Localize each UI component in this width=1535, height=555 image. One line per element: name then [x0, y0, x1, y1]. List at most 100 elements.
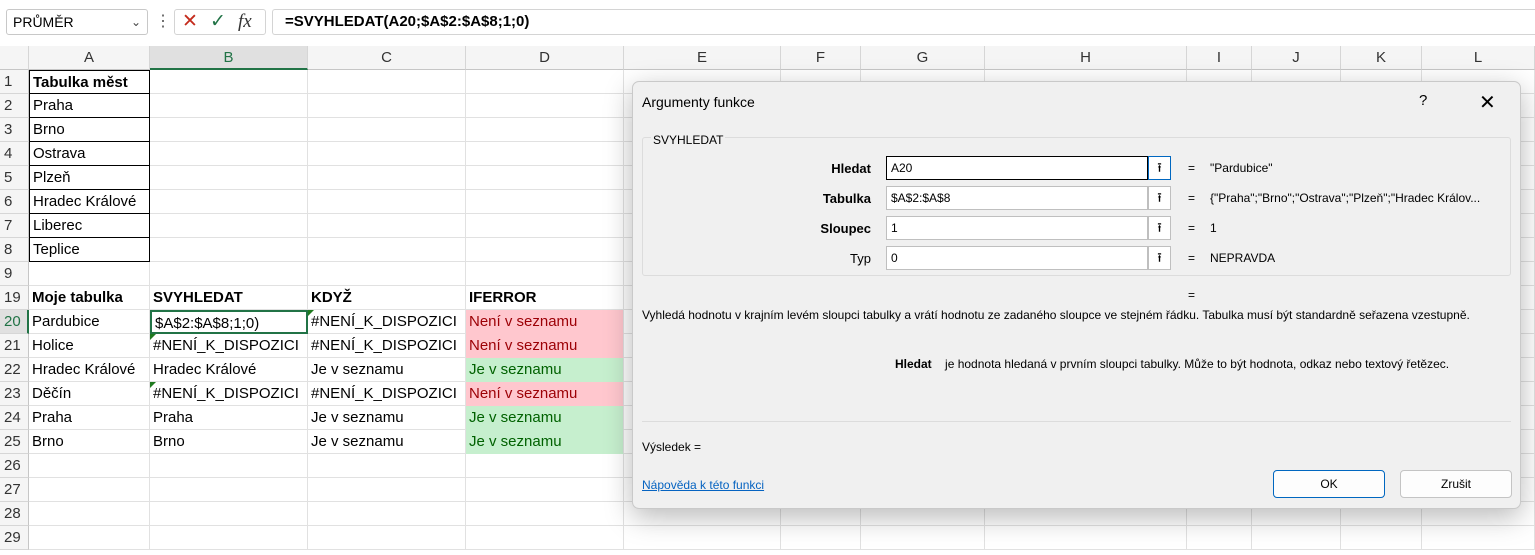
cell-d9[interactable]	[466, 262, 624, 286]
cell-c3[interactable]	[308, 118, 466, 142]
column-header-e[interactable]: E	[624, 46, 781, 70]
cell-d20[interactable]: Není v seznamu	[466, 310, 624, 334]
cell-l29[interactable]	[1422, 526, 1535, 550]
row-header-20[interactable]: 20	[0, 310, 29, 334]
cell-a24[interactable]: Praha	[29, 406, 150, 430]
cell-b25[interactable]: Brno	[150, 430, 308, 454]
column-header-d[interactable]: D	[466, 46, 624, 70]
cell-d23[interactable]: Není v seznamu	[466, 382, 624, 406]
cell-a22[interactable]: Hradec Králové	[29, 358, 150, 382]
cell-a27[interactable]	[29, 478, 150, 502]
cell-a28[interactable]	[29, 502, 150, 526]
close-icon[interactable]: ✕	[1479, 90, 1496, 115]
column-header-j[interactable]: J	[1252, 46, 1341, 70]
cell-b21[interactable]: #NENÍ_K_DISPOZICI	[150, 334, 308, 358]
chevron-down-icon[interactable]: ⌄	[131, 10, 141, 34]
cell-b29[interactable]	[150, 526, 308, 550]
arg-input-sloupec[interactable]: 1	[886, 216, 1148, 240]
cell-b5[interactable]	[150, 166, 308, 190]
cell-b7[interactable]	[150, 214, 308, 238]
cell-b20[interactable]: $A$2:$A$8;1;0)	[150, 310, 308, 334]
cell-d8[interactable]	[466, 238, 624, 262]
formula-input[interactable]: =SVYHLEDAT(A20;$A$2:$A$8;1;0)	[272, 9, 1535, 35]
column-header-k[interactable]: K	[1341, 46, 1422, 70]
cell-c26[interactable]	[308, 454, 466, 478]
row-header-28[interactable]: 28	[0, 502, 29, 526]
cell-b26[interactable]	[150, 454, 308, 478]
cell-d3[interactable]	[466, 118, 624, 142]
cell-a20[interactable]: Pardubice	[29, 310, 150, 334]
cell-d19[interactable]: IFERROR	[466, 286, 624, 310]
cell-d2[interactable]	[466, 94, 624, 118]
cell-d22[interactable]: Je v seznamu	[466, 358, 624, 382]
column-header-g[interactable]: G	[861, 46, 985, 70]
cell-d4[interactable]	[466, 142, 624, 166]
cell-b6[interactable]	[150, 190, 308, 214]
row-header-22[interactable]: 22	[0, 358, 29, 382]
cell-c19[interactable]: KDYŽ	[308, 286, 466, 310]
cell-c8[interactable]	[308, 238, 466, 262]
cell-c6[interactable]	[308, 190, 466, 214]
cell-c29[interactable]	[308, 526, 466, 550]
collapse-dialog-icon[interactable]: ⭱	[1148, 156, 1171, 180]
cell-b2[interactable]	[150, 94, 308, 118]
column-header-h[interactable]: H	[985, 46, 1187, 70]
cancel-button[interactable]: Zrušit	[1400, 470, 1512, 498]
ok-button[interactable]: OK	[1273, 470, 1385, 498]
cell-c20[interactable]: #NENÍ_K_DISPOZICI	[308, 310, 466, 334]
select-all-corner[interactable]	[0, 46, 29, 70]
cell-c1[interactable]	[308, 70, 466, 94]
cell-a25[interactable]: Brno	[29, 430, 150, 454]
row-header-2[interactable]: 2	[0, 94, 29, 118]
row-header-27[interactable]: 27	[0, 478, 29, 502]
column-header-a[interactable]: A	[29, 46, 150, 70]
cell-a1[interactable]: Tabulka měst	[29, 70, 150, 94]
insert-function-icon[interactable]: fx	[238, 11, 252, 33]
cell-b9[interactable]	[150, 262, 308, 286]
cell-b27[interactable]	[150, 478, 308, 502]
cell-c22[interactable]: Je v seznamu	[308, 358, 466, 382]
cell-d29[interactable]	[466, 526, 624, 550]
cell-b1[interactable]	[150, 70, 308, 94]
cell-a3[interactable]: Brno	[29, 118, 150, 142]
help-link[interactable]: Nápověda k této funkci	[642, 478, 764, 492]
row-header-7[interactable]: 7	[0, 214, 29, 238]
cell-a5[interactable]: Plzeň	[29, 166, 150, 190]
cell-d28[interactable]	[466, 502, 624, 526]
cell-a26[interactable]	[29, 454, 150, 478]
cell-d24[interactable]: Je v seznamu	[466, 406, 624, 430]
cell-j29[interactable]	[1252, 526, 1341, 550]
row-header-9[interactable]: 9	[0, 262, 29, 286]
row-header-8[interactable]: 8	[0, 238, 29, 262]
cell-d25[interactable]: Je v seznamu	[466, 430, 624, 454]
cell-a23[interactable]: Děčín	[29, 382, 150, 406]
cancel-icon[interactable]: ✕	[182, 11, 198, 33]
column-header-i[interactable]: I	[1187, 46, 1252, 70]
cell-f29[interactable]	[781, 526, 861, 550]
column-header-l[interactable]: L	[1422, 46, 1535, 70]
row-header-26[interactable]: 26	[0, 454, 29, 478]
cell-b24[interactable]: Praha	[150, 406, 308, 430]
column-header-f[interactable]: F	[781, 46, 861, 70]
cell-g29[interactable]	[861, 526, 985, 550]
cell-b8[interactable]	[150, 238, 308, 262]
arg-input-tabulka[interactable]: $A$2:$A$8	[886, 186, 1148, 210]
arg-input-typ[interactable]: 0	[886, 246, 1148, 270]
cell-c24[interactable]: Je v seznamu	[308, 406, 466, 430]
cell-c27[interactable]	[308, 478, 466, 502]
row-header-29[interactable]: 29	[0, 526, 29, 550]
row-header-1[interactable]: 1	[0, 70, 29, 94]
cell-a29[interactable]	[29, 526, 150, 550]
cell-d1[interactable]	[466, 70, 624, 94]
cell-a8[interactable]: Teplice	[29, 238, 150, 262]
row-header-5[interactable]: 5	[0, 166, 29, 190]
collapse-dialog-icon[interactable]: ⭱	[1148, 216, 1171, 240]
cell-c21[interactable]: #NENÍ_K_DISPOZICI	[308, 334, 466, 358]
collapse-dialog-icon[interactable]: ⭱	[1148, 246, 1171, 270]
cell-b23[interactable]: #NENÍ_K_DISPOZICI	[150, 382, 308, 406]
cell-a4[interactable]: Ostrava	[29, 142, 150, 166]
row-header-19[interactable]: 19	[0, 286, 29, 310]
cell-c7[interactable]	[308, 214, 466, 238]
row-header-25[interactable]: 25	[0, 430, 29, 454]
name-box[interactable]: PRŮMĚR ⌄	[6, 9, 148, 35]
